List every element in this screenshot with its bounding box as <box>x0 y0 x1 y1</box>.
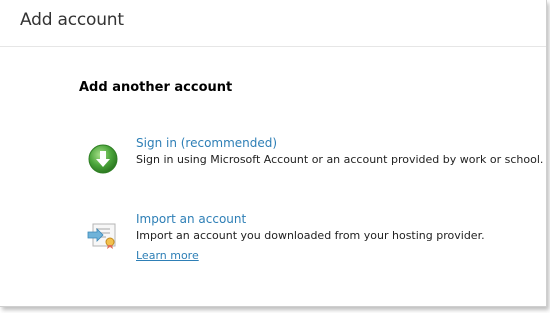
page-title: Add account <box>20 10 124 30</box>
sign-in-option[interactable]: Sign in (recommended) Sign in using Micr… <box>0 136 546 181</box>
download-arrow-icon[interactable] <box>86 142 120 176</box>
import-certificate-icon[interactable] <box>86 218 120 252</box>
import-account-option[interactable]: Import an account Import an account you … <box>0 212 546 267</box>
sign-in-link[interactable]: Sign in (recommended) <box>136 136 277 150</box>
import-account-link[interactable]: Import an account <box>136 212 246 226</box>
sign-in-description: Sign in using Microsoft Account or an ac… <box>136 153 544 166</box>
import-account-description: Import an account you downloaded from yo… <box>136 229 485 242</box>
learn-more-link[interactable]: Learn more <box>136 249 199 262</box>
add-account-window: Add account Add another account Sign in … <box>0 0 547 307</box>
window-header: Add account <box>0 0 546 47</box>
section-title: Add another account <box>79 80 233 95</box>
